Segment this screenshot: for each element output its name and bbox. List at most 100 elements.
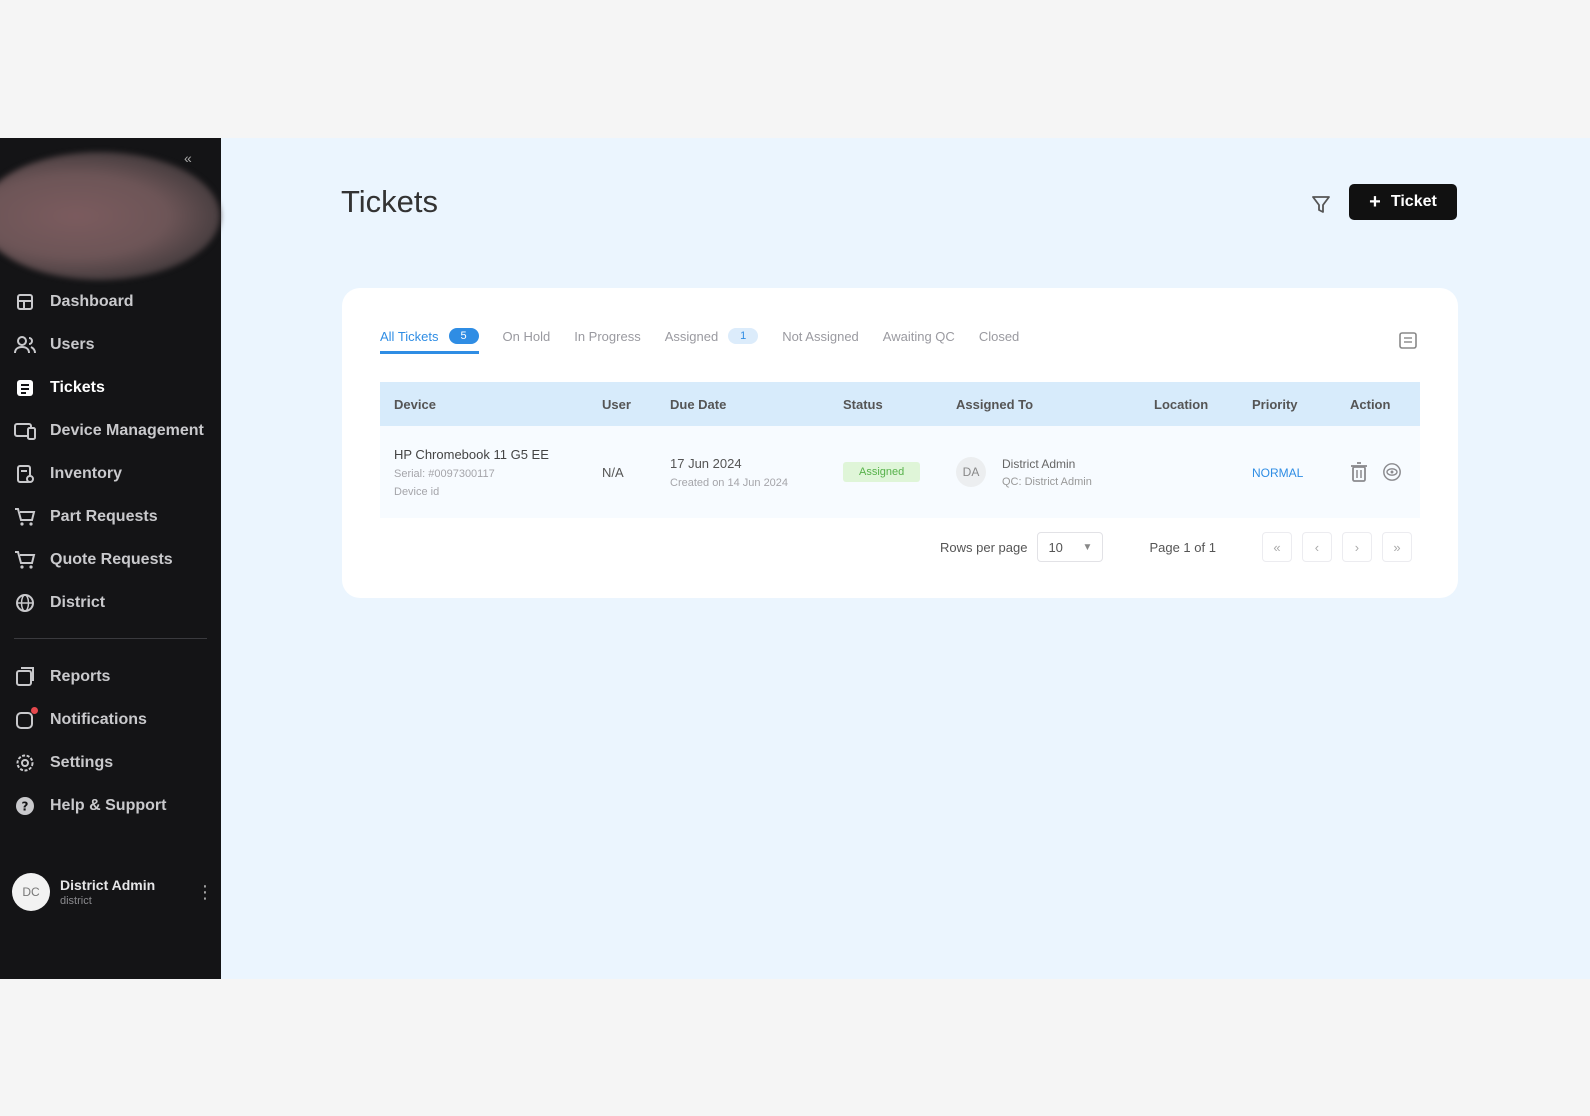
tab-label: Closed	[978, 328, 1020, 344]
reports-icon	[14, 666, 36, 688]
count-badge: 5	[448, 328, 479, 344]
tab-closed[interactable]: Closed	[979, 329, 1019, 354]
tab-all-tickets[interactable]: All Tickets 5	[380, 328, 479, 354]
sidebar-item-label: Dashboard	[50, 292, 134, 310]
qc-assignee: QC: District Admin	[1002, 475, 1092, 488]
sidebar-item-reports[interactable]: Reports	[0, 655, 221, 698]
sidebar: « Dashboard Users Tickets Device Managem…	[0, 138, 221, 979]
sidebar-item-label: Quote Requests	[50, 550, 173, 568]
export-icon	[1399, 332, 1417, 349]
column-header-location[interactable]: Location	[1140, 382, 1238, 426]
sidebar-item-label: Notifications	[50, 710, 147, 728]
sidebar-item-device-management[interactable]: Device Management	[0, 409, 221, 452]
sidebar-item-inventory[interactable]: Inventory	[0, 452, 221, 495]
app-window: « Dashboard Users Tickets Device Managem…	[0, 138, 1590, 979]
sidebar-item-quote-requests[interactable]: Quote Requests	[0, 538, 221, 581]
device-name[interactable]: HP Chromebook 11 G5 EE	[394, 447, 574, 462]
sidebar-item-label: Settings	[50, 753, 114, 771]
due-date: 17 Jun 2024	[670, 455, 742, 471]
assignee-avatar: DA	[956, 457, 986, 487]
globe-icon	[14, 592, 36, 614]
trash-icon[interactable]	[1350, 462, 1370, 482]
sidebar-item-label: Reports	[50, 667, 111, 685]
tickets-icon	[14, 377, 36, 399]
assigned-to-cell: DA District Admin QC: District Admin	[942, 426, 1140, 518]
users-icon	[14, 334, 36, 356]
bell-icon	[14, 706, 38, 731]
tab-not-assigned[interactable]: Not Assigned	[782, 329, 859, 354]
view-icon[interactable]	[1382, 462, 1402, 482]
gear-icon	[14, 752, 36, 774]
sidebar-item-label: Tickets	[50, 378, 105, 396]
tickets-table: Device User Due Date Status Assigned To …	[380, 382, 1420, 518]
rows-per-page-label: Rows per page	[940, 539, 1028, 555]
sidebar-item-dashboard[interactable]: Dashboard	[0, 280, 221, 323]
prev-page-button[interactable]: ‹	[1301, 532, 1332, 562]
tab-label: Not Assigned	[782, 328, 859, 344]
table-header-row: Device User Due Date Status Assigned To …	[380, 382, 1420, 426]
dashboard-icon	[14, 291, 36, 313]
sidebar-divider	[14, 638, 207, 639]
ticket-tabs: All Tickets 5 On Hold In Progress Assign…	[380, 328, 1043, 354]
column-header-priority[interactable]: Priority	[1238, 382, 1336, 426]
device-cell: HP Chromebook 11 G5 EE Serial: #00973001…	[380, 426, 588, 518]
cart-icon	[14, 506, 36, 528]
sidebar-item-tickets[interactable]: Tickets	[0, 366, 221, 409]
tab-assigned[interactable]: Assigned 1	[664, 328, 759, 354]
column-header-due-date[interactable]: Due Date	[656, 382, 829, 426]
chevron-down-icon: ▼	[1082, 541, 1093, 553]
sidebar-nav: Dashboard Users Tickets Device Managemen…	[0, 280, 221, 827]
last-page-button[interactable]: »	[1381, 532, 1412, 562]
profile-text: District Admin district	[60, 877, 196, 907]
filter-button[interactable]	[1308, 192, 1334, 218]
sidebar-item-district[interactable]: District	[0, 581, 221, 624]
notification-dot	[31, 706, 38, 714]
help-icon: ?	[14, 795, 36, 817]
due-date-cell: 17 Jun 2024 Created on 14 Jun 2024	[656, 426, 829, 518]
sidebar-item-settings[interactable]: Settings	[0, 741, 221, 784]
export-button[interactable]	[1398, 330, 1418, 350]
inventory-icon	[14, 463, 36, 485]
sidebar-item-help-support[interactable]: ? Help & Support	[0, 784, 221, 827]
tab-label: Assigned	[664, 328, 719, 344]
tab-label: All Tickets	[380, 328, 439, 344]
column-header-device[interactable]: Device	[380, 382, 588, 426]
sidebar-item-part-requests[interactable]: Part Requests	[0, 495, 221, 538]
tab-label: In Progress	[574, 328, 641, 344]
column-header-assigned-to[interactable]: Assigned To	[942, 382, 1140, 426]
plus-icon: +	[1369, 191, 1381, 213]
column-header-user[interactable]: User	[588, 382, 656, 426]
rows-per-page-value: 10	[1048, 539, 1063, 555]
tab-on-hold[interactable]: On Hold	[503, 329, 551, 354]
first-page-button[interactable]: «	[1261, 532, 1292, 562]
new-ticket-button[interactable]: + Ticket	[1349, 184, 1457, 220]
table-row[interactable]: HP Chromebook 11 G5 EE Serial: #00973001…	[380, 426, 1420, 518]
svg-text:?: ?	[22, 799, 29, 813]
tickets-card: All Tickets 5 On Hold In Progress Assign…	[342, 288, 1458, 598]
column-header-action: Action	[1350, 396, 1391, 412]
location-cell	[1140, 426, 1238, 518]
action-cell	[1336, 426, 1420, 518]
more-options-icon[interactable]: ⋮	[196, 882, 214, 903]
sidebar-item-label: Device Management	[50, 421, 204, 439]
tab-awaiting-qc[interactable]: Awaiting QC	[883, 329, 955, 354]
tab-in-progress[interactable]: In Progress	[574, 329, 640, 354]
priority-label: NORMAL	[1252, 465, 1304, 480]
column-header-status[interactable]: Status	[829, 382, 942, 426]
main-content: Tickets + Ticket All Tickets 5 On Hold I…	[221, 138, 1590, 979]
count-badge: 1	[728, 328, 759, 344]
next-page-button[interactable]: ›	[1341, 532, 1372, 562]
filter-icon	[1312, 196, 1330, 213]
sidebar-item-users[interactable]: Users	[0, 323, 221, 366]
user-profile[interactable]: DC District Admin district ⋮	[12, 870, 214, 914]
sidebar-item-label: District	[50, 593, 106, 611]
assignee-name: District Admin	[1002, 456, 1076, 471]
sidebar-item-label: Help & Support	[50, 796, 167, 814]
device-serial: Serial: #0097300117	[394, 467, 495, 480]
sidebar-item-notifications[interactable]: Notifications	[0, 698, 221, 741]
brand-logo	[0, 152, 220, 280]
device-icon	[14, 420, 36, 442]
rows-per-page-select[interactable]: 10 ▼	[1037, 532, 1104, 562]
collapse-sidebar-button[interactable]: «	[184, 150, 192, 166]
created-date: Created on 14 Jun 2024	[670, 476, 789, 489]
